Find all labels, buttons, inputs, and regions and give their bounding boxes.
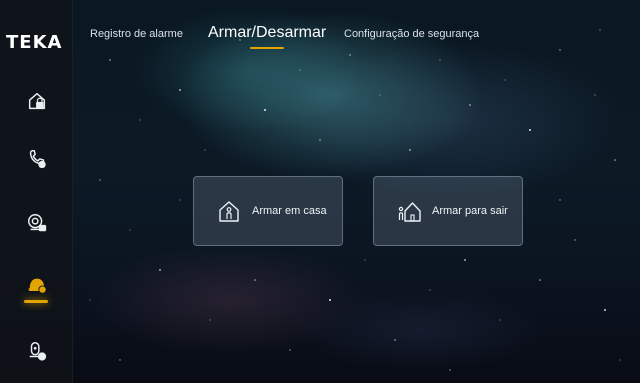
app-screen: TEKA Registro de alarme Armar/Desarmar C…	[0, 0, 640, 383]
tab-security-settings[interactable]: Configuração de segurança	[344, 28, 479, 40]
person-in-house-icon	[216, 198, 242, 224]
active-tab-underline	[250, 47, 284, 49]
sidebar-item-sos[interactable]	[20, 334, 54, 368]
arm-away-button[interactable]: Armar para sair	[373, 176, 523, 246]
tab-arm-disarm[interactable]: Armar/Desarmar	[208, 24, 326, 42]
arm-home-label: Armar em casa	[252, 205, 327, 217]
sos-icon	[29, 342, 47, 361]
arm-home-button[interactable]: Armar em casa	[193, 176, 343, 246]
tab-alarm-log[interactable]: Registro de alarme	[90, 28, 183, 40]
sidebar-item-calls[interactable]	[20, 142, 54, 176]
sidebar-item-home-security[interactable]	[20, 84, 54, 118]
security-shield-icon	[28, 278, 47, 294]
sidebar-item-security[interactable]	[20, 268, 54, 302]
teka-logo: TEKA	[6, 32, 63, 53]
house-lock-icon	[28, 92, 46, 110]
active-indicator	[24, 300, 48, 303]
sidebar-item-cameras[interactable]	[20, 206, 54, 240]
person-leaving-house-icon	[396, 198, 422, 224]
sidebar: TEKA	[0, 0, 73, 383]
phone-call-icon	[29, 150, 46, 169]
camera-icon	[28, 214, 47, 232]
arm-away-label: Armar para sair	[432, 205, 508, 217]
